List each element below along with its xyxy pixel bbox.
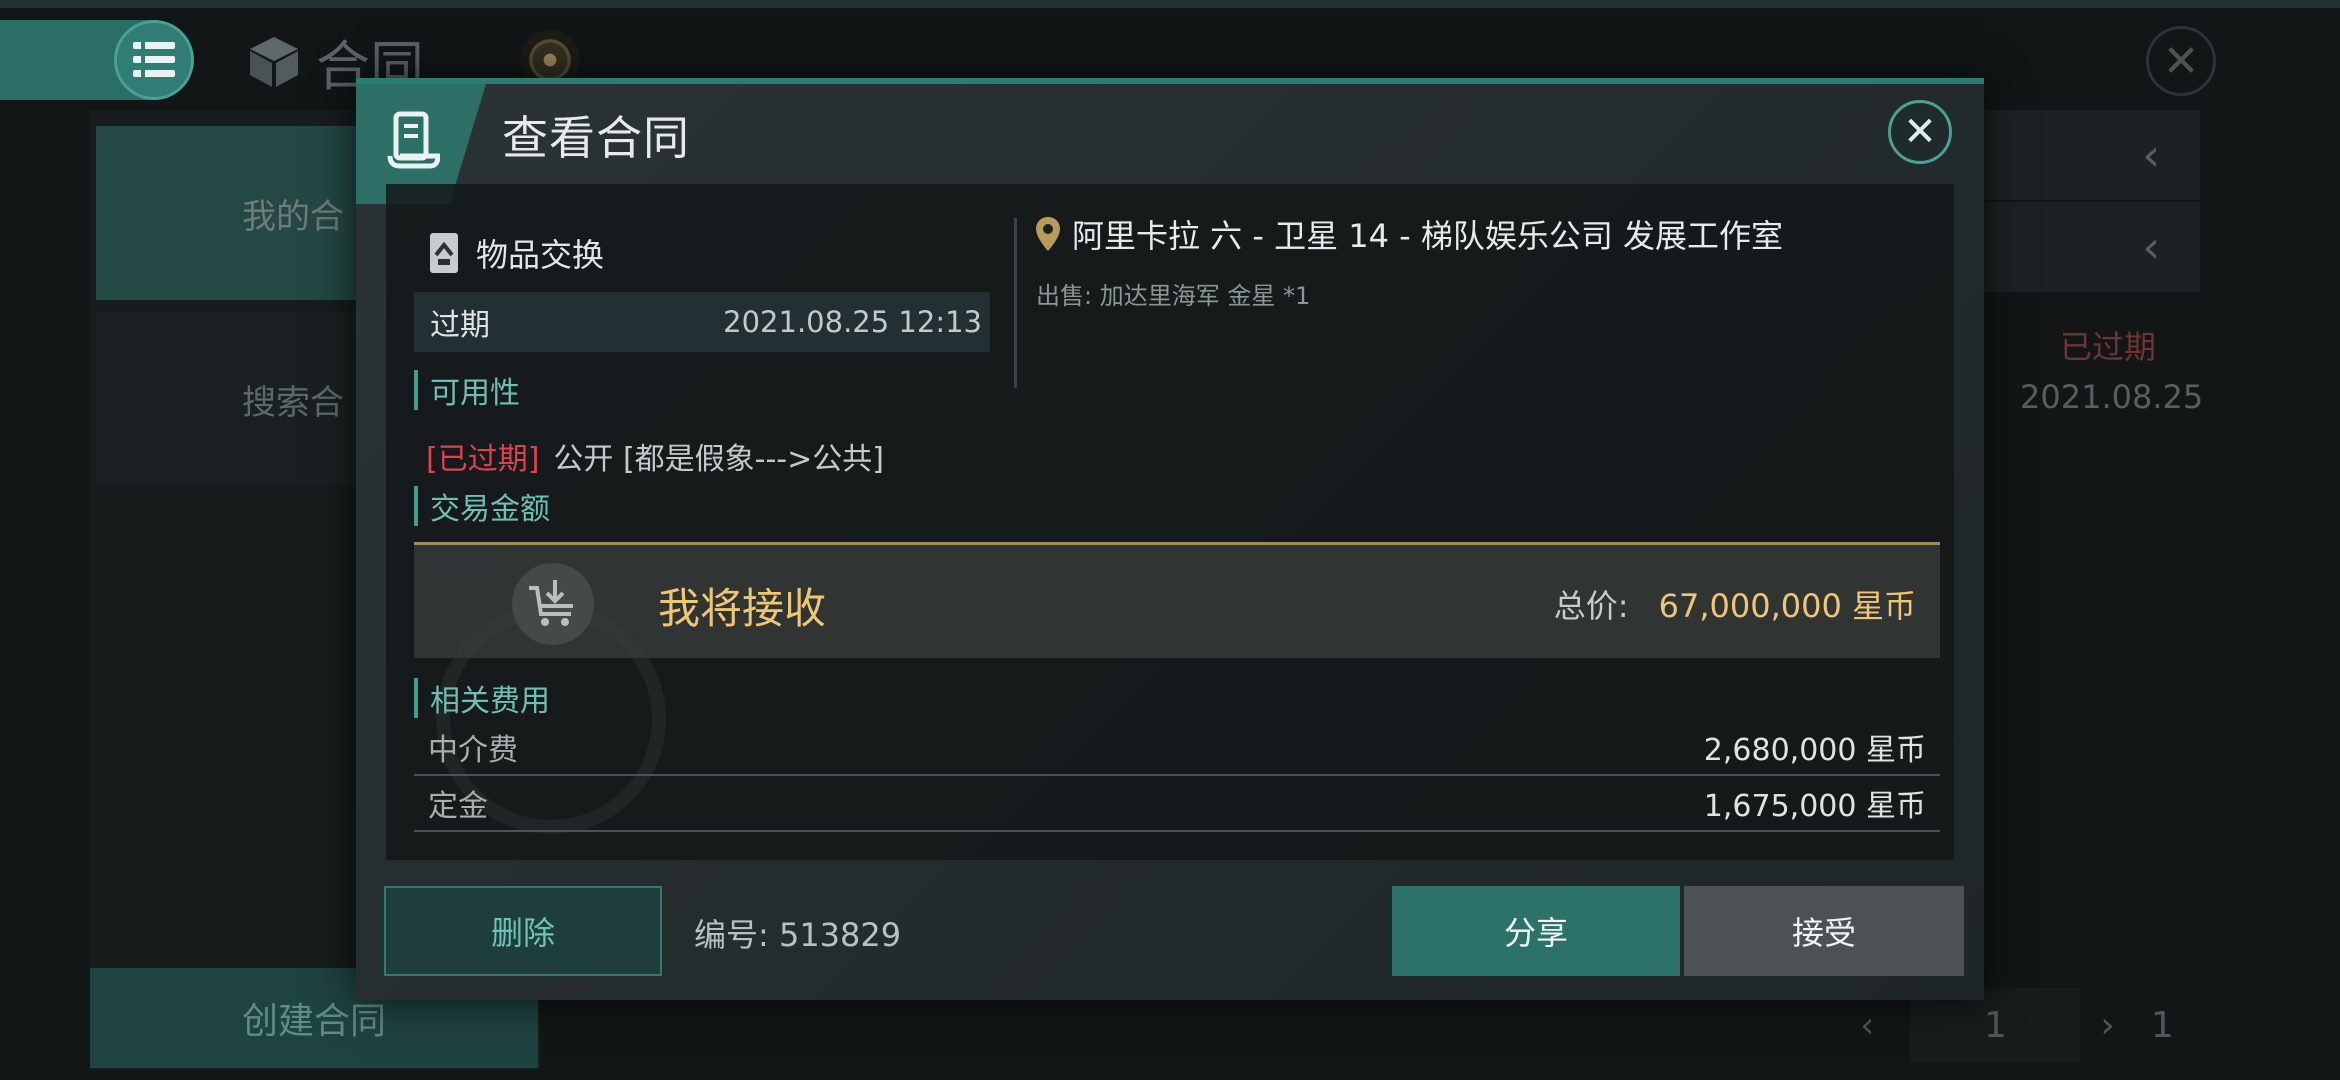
close-icon: ✕ <box>1903 109 1937 155</box>
status-row: 过期 2021.08.25 12:13 <box>414 292 990 352</box>
item-type-label: 物品交换 <box>476 236 605 274</box>
fee-value: 2,680,000 星币 <box>1703 733 1926 768</box>
availability-line: [已过期] 公开 [都是假象--->公共] <box>426 434 884 478</box>
accept-button[interactable]: 接受 <box>1684 886 1964 976</box>
accept-button-label: 接受 <box>1791 914 1856 952</box>
contract-status: 过期 <box>430 308 490 343</box>
fee-name: 定金 <box>428 789 488 824</box>
contract-number: 编号: 513829 <box>694 916 902 954</box>
availability-heading: 可用性 <box>414 370 520 411</box>
cart-badge <box>512 563 594 645</box>
receive-panel: 我将接收 总价: 67,000,000 星币 <box>414 542 1940 658</box>
total-price-value: 67,000,000 星币 <box>1658 587 1916 625</box>
fee-row: 定金 1,675,000 星币 <box>414 776 1940 832</box>
menu-button[interactable] <box>114 20 194 100</box>
total-price: 总价: 67,000,000 星币 <box>1554 581 1916 627</box>
background-list-status: 已过期 <box>2060 328 2157 366</box>
chevron-left-icon[interactable]: ‹ <box>1860 1005 1874 1046</box>
dialog-content: 物品交换 过期 2021.08.25 12:13 阿里卡拉 六 - 卫星 14 … <box>386 184 1954 860</box>
delete-button-label: 删除 <box>490 914 555 952</box>
cart-download-icon <box>529 580 573 626</box>
availability-text: 公开 [都是假象--->公共] <box>553 442 884 477</box>
total-price-label: 总价: <box>1553 587 1629 625</box>
location-text: 阿里卡拉 六 - 卫星 14 - 梯队娱乐公司 发展工作室 <box>1072 217 1784 255</box>
close-button[interactable]: ✕ <box>1888 100 1952 164</box>
fee-row: 中介费 2,680,000 星币 <box>414 720 1940 776</box>
fees-heading: 相关费用 <box>414 678 550 719</box>
sell-item-line: 出售: 加达里海军 金星 *1 <box>1036 282 1311 310</box>
receive-label: 我将接收 <box>658 584 827 633</box>
location-pin-icon <box>1036 217 1060 251</box>
fee-name: 中介费 <box>428 733 518 768</box>
share-button-label: 分享 <box>1503 914 1568 952</box>
menu-icon <box>133 42 175 78</box>
location[interactable]: 阿里卡拉 六 - 卫星 14 - 梯队娱乐公司 发展工作室 <box>1036 206 1783 262</box>
expire-time: 2021.08.25 12:13 <box>723 305 982 339</box>
tab-search-contracts-label: 搜索合 <box>242 382 344 423</box>
chevron-left-icon: ‹ <box>2142 221 2160 273</box>
item-type: 物品交换 <box>426 228 604 278</box>
tab-my-contracts-label: 我的合 <box>242 196 344 237</box>
chevron-left-icon: ‹ <box>2142 129 2160 181</box>
fee-value: 1,675,000 星币 <box>1703 789 1926 824</box>
background-close-icon[interactable]: ✕ <box>2146 26 2216 96</box>
top-bar-line <box>0 0 2340 8</box>
chevron-right-icon[interactable]: › <box>2100 1005 2114 1046</box>
view-contract-dialog: 查看合同 ✕ 物品交换 过期 2021.08.25 12:13 阿里卡拉 六 - <box>356 78 1984 1000</box>
page-total: 1 <box>2150 1004 2174 1046</box>
vertical-divider <box>1014 218 1017 388</box>
dialog-title: 查看合同 <box>502 111 690 165</box>
expired-tag: [已过期] <box>426 442 540 477</box>
delete-button[interactable]: 删除 <box>384 886 662 976</box>
background-list-date: 2021.08.25 <box>2020 378 2204 416</box>
share-button[interactable]: 分享 <box>1392 886 1680 976</box>
trade-amount-heading: 交易金额 <box>414 486 550 527</box>
scroll-icon <box>387 111 440 169</box>
item-exchange-icon <box>430 233 458 273</box>
cube-icon <box>250 37 298 87</box>
